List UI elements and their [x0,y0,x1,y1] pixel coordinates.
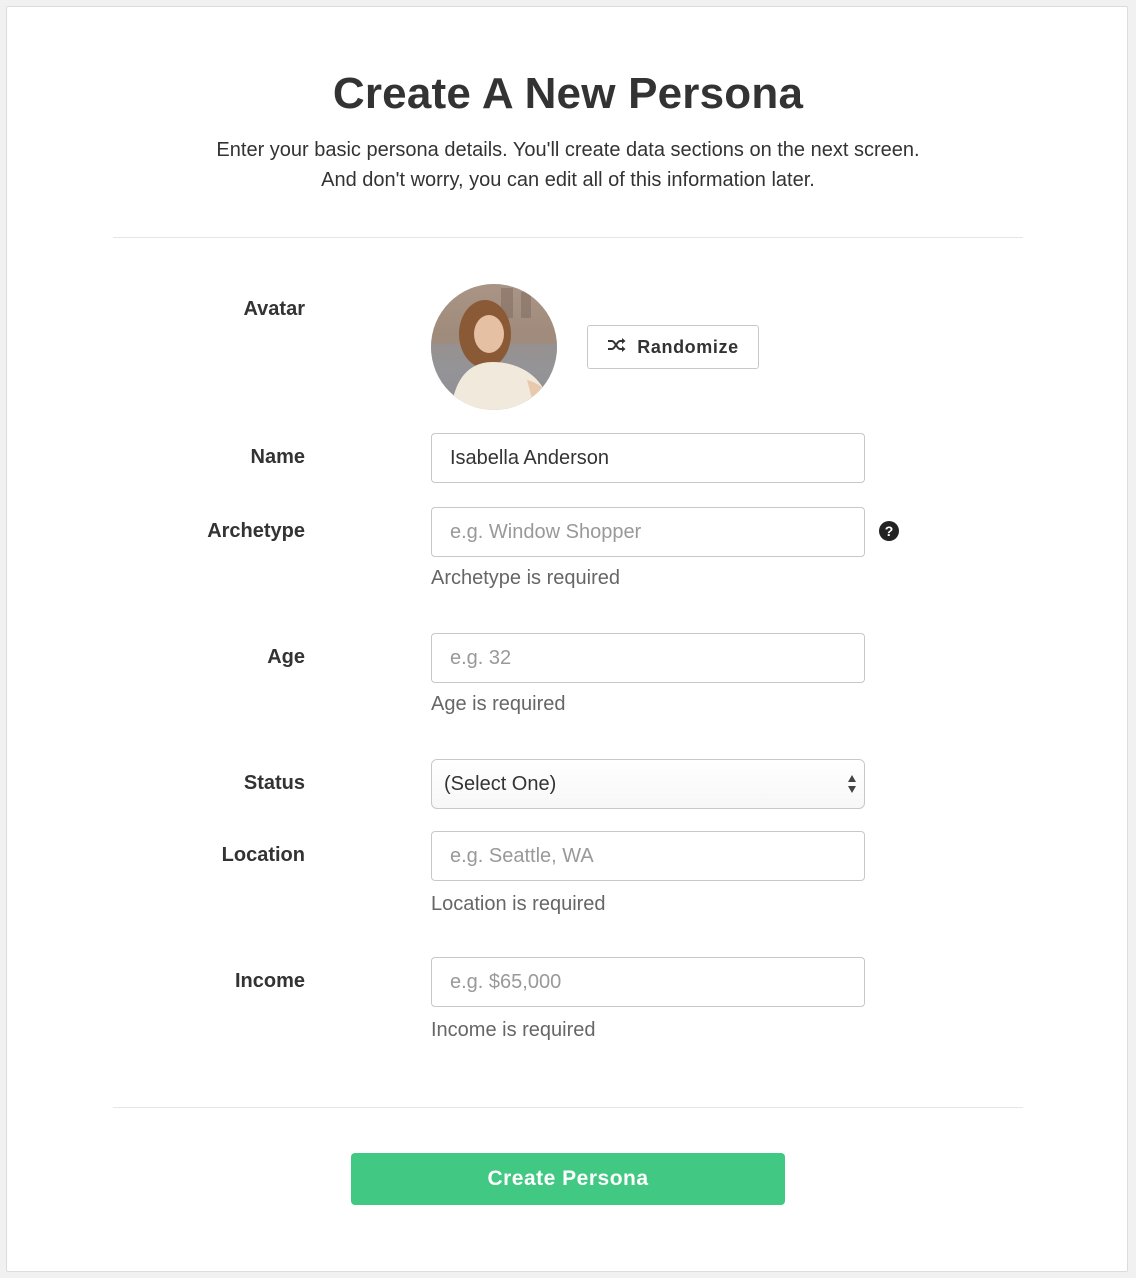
age-input[interactable] [431,633,865,683]
archetype-label: Archetype [207,520,305,542]
age-error: Age is required [431,693,566,715]
income-label: Income [234,970,305,992]
page-title: Create A New Persona [332,69,804,118]
question-circle-icon[interactable]: ? [879,521,899,541]
status-label: Status [243,772,305,794]
income-input[interactable] [431,957,865,1007]
location-label: Location [221,844,305,866]
archetype-error: Archetype is required [431,567,620,589]
randomize-label: Randomize [637,336,739,357]
status-select[interactable]: (Select One) [431,759,865,809]
select-arrows-icon [846,772,858,796]
location-input[interactable] [431,831,865,881]
page-subtitle: Enter your basic persona details. You'll… [7,135,1129,195]
subtitle-line-2: And don't worry, you can edit all of thi… [321,169,815,191]
name-input[interactable] [431,433,865,483]
location-error: Location is required [431,893,606,915]
avatar-label: Avatar [243,298,305,320]
status-selected-value: (Select One) [444,772,557,795]
create-persona-button[interactable]: Create Persona [351,1153,785,1205]
persona-form-card: Create A New Persona Enter your basic pe… [6,6,1128,1272]
archetype-input[interactable] [431,507,865,557]
avatar-image [431,284,557,410]
age-label: Age [267,646,305,668]
income-error: Income is required [431,1019,596,1041]
shuffle-icon [607,337,627,358]
subtitle-line-1: Enter your basic persona details. You'll… [216,139,920,161]
name-label: Name [250,446,305,468]
header-divider [113,237,1023,238]
footer-divider [113,1107,1023,1108]
randomize-button[interactable]: Randomize [587,325,759,369]
